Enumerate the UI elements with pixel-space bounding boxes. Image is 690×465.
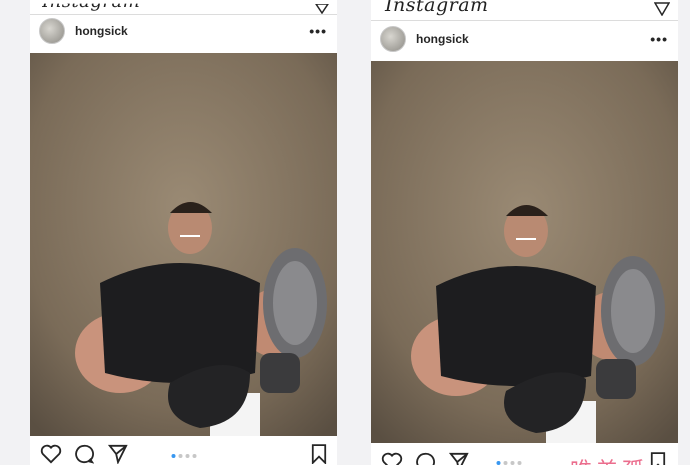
username[interactable]: hongsick (416, 32, 469, 46)
post-photo[interactable] (30, 53, 337, 436)
carousel-dot (178, 454, 182, 458)
carousel-dot (185, 454, 189, 458)
app-title: Instagram (385, 0, 489, 16)
photo-image (371, 61, 678, 443)
carousel-dot (517, 461, 522, 465)
post-header: hongsick ••• (30, 14, 337, 48)
direct-message-icon[interactable] (654, 2, 670, 16)
watermark-text: 唯美孤 (570, 453, 648, 465)
bookmark-icon[interactable] (650, 452, 666, 465)
heart-icon[interactable] (381, 452, 403, 465)
top-bar: Instagram (30, 0, 337, 15)
heart-icon[interactable] (40, 444, 62, 464)
avatar[interactable] (39, 18, 65, 44)
more-options-icon[interactable]: ••• (650, 31, 668, 47)
carousel-dot (171, 454, 175, 458)
post-actions (30, 440, 337, 465)
comment-icon[interactable] (415, 452, 435, 465)
direct-message-icon[interactable] (315, 4, 329, 14)
carousel-dot (192, 454, 196, 458)
post-header: hongsick ••• (371, 22, 678, 56)
post-actions: 唯美孤 (371, 447, 678, 465)
top-bar: Instagram (371, 0, 678, 21)
bookmark-icon[interactable] (311, 444, 327, 464)
carousel-indicator (496, 461, 522, 465)
post-panel-left: Instagram hongsick ••• (30, 0, 337, 465)
carousel-dot (503, 461, 508, 465)
post-panel-right: Instagram hongsick ••• (371, 0, 678, 465)
carousel-indicator (171, 454, 196, 458)
username[interactable]: hongsick (75, 24, 128, 38)
send-icon[interactable] (108, 444, 128, 464)
carousel-dot (496, 461, 501, 465)
photo-image (30, 53, 337, 436)
carousel-dot (510, 461, 515, 465)
more-options-icon[interactable]: ••• (309, 23, 327, 39)
comment-icon[interactable] (74, 444, 94, 464)
post-photo[interactable] (371, 61, 678, 443)
app-title: Instagram (42, 0, 141, 12)
avatar[interactable] (380, 26, 406, 52)
send-icon[interactable] (449, 452, 469, 465)
